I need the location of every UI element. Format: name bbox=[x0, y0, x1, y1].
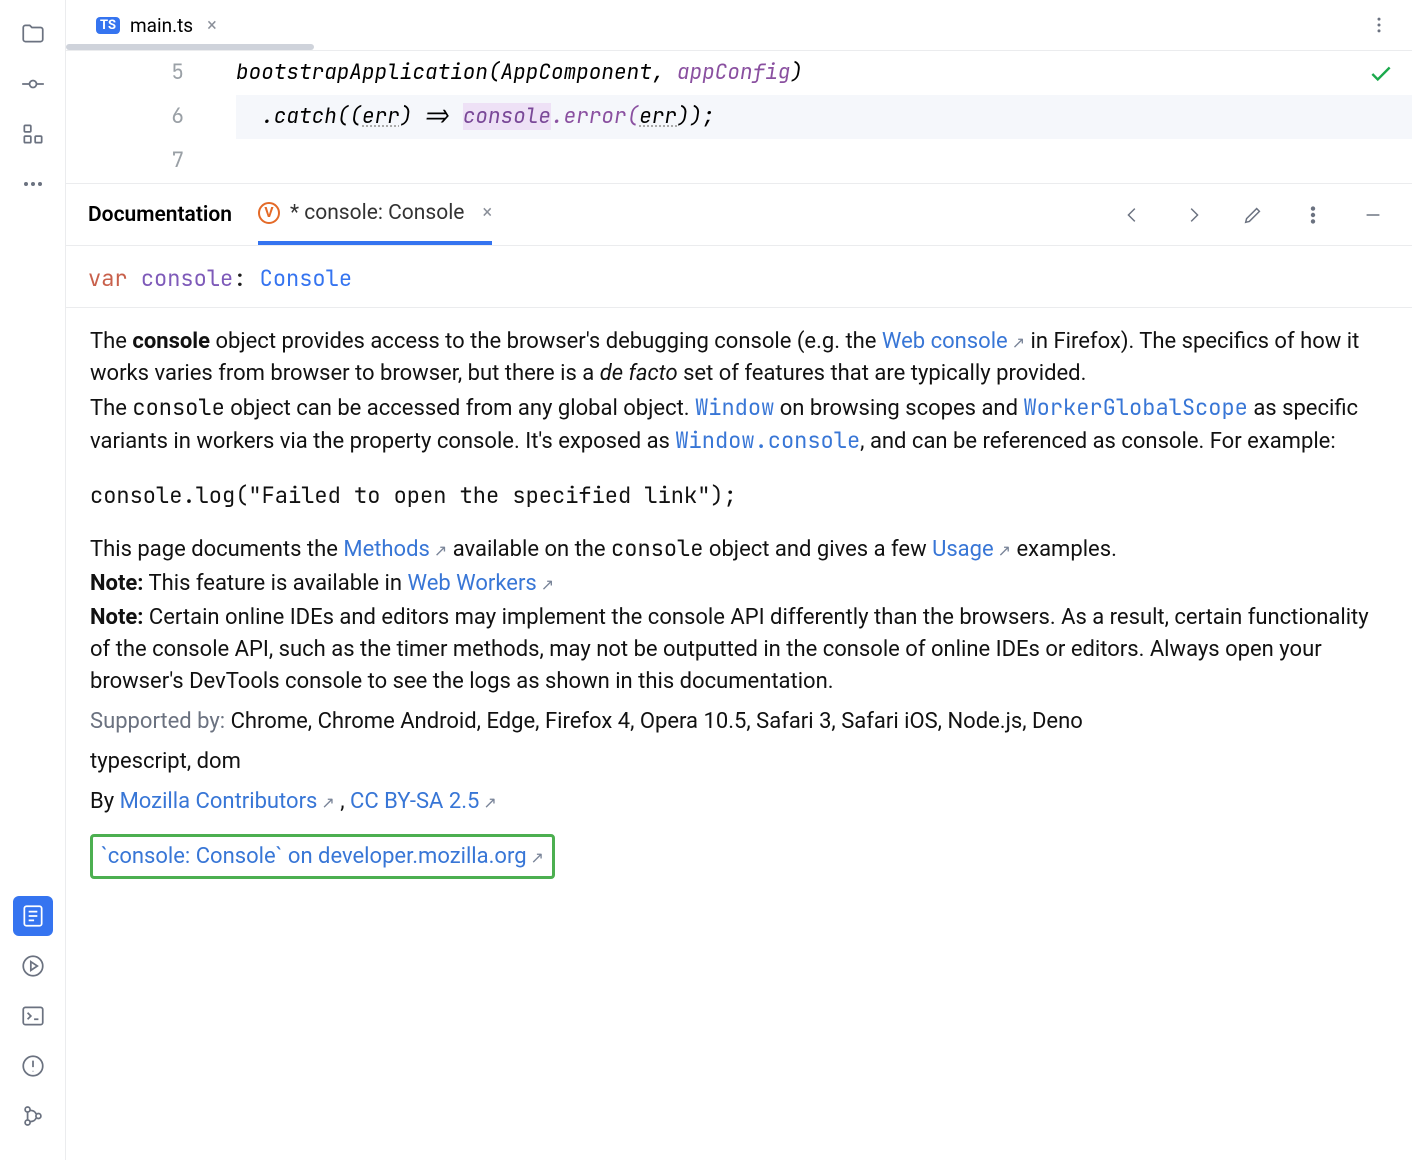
code-editor[interactable]: 5 6 7 bootstrapApplication(AppComponent,… bbox=[66, 50, 1412, 184]
license-link[interactable]: CC BY-SA 2.5 bbox=[350, 789, 497, 814]
doc-note: Note: Certain online IDEs and editors ma… bbox=[90, 602, 1388, 698]
close-icon[interactable]: × bbox=[207, 15, 217, 36]
documentation-toolbar: Documentation V * console: Console × bbox=[66, 184, 1412, 246]
editor-tabbar: TS main.ts × bbox=[66, 0, 1412, 50]
usage-link[interactable]: Usage bbox=[932, 537, 1011, 562]
vcs-icon[interactable] bbox=[13, 1096, 53, 1136]
code-line[interactable]: .catch((err) => console.error(err)); bbox=[236, 95, 1412, 139]
documentation-tab-console[interactable]: V * console: Console × bbox=[258, 184, 492, 245]
line-number: 7 bbox=[66, 139, 184, 183]
supported-by: Supported by: Chrome, Chrome Android, Ed… bbox=[90, 706, 1388, 738]
web-console-link[interactable]: Web console bbox=[882, 329, 1025, 354]
main-area: TS main.ts × 5 6 7 bootstrapApplication(… bbox=[66, 0, 1412, 1160]
code-area[interactable]: bootstrapApplication(AppComponent, appCo… bbox=[236, 51, 1412, 183]
terminal-icon[interactable] bbox=[13, 996, 53, 1036]
code-line[interactable] bbox=[236, 139, 1412, 183]
commit-icon[interactable] bbox=[13, 64, 53, 104]
mozilla-contributors-link[interactable]: Mozilla Contributors bbox=[120, 789, 335, 814]
back-icon[interactable] bbox=[1116, 198, 1150, 232]
services-icon[interactable] bbox=[13, 946, 53, 986]
forward-icon[interactable] bbox=[1176, 198, 1210, 232]
close-icon[interactable]: × bbox=[482, 202, 492, 223]
documentation-body[interactable]: The console object provides access to th… bbox=[66, 308, 1412, 1160]
code-line[interactable]: bootstrapApplication(AppComponent, appCo… bbox=[236, 51, 1412, 95]
documentation-tab-header[interactable]: Documentation bbox=[88, 184, 232, 245]
doctab-label: * console: Console bbox=[290, 201, 464, 225]
problems-icon[interactable] bbox=[13, 1046, 53, 1086]
signature: var console: Console bbox=[66, 246, 1412, 308]
tab-overflow-icon[interactable] bbox=[1364, 10, 1394, 40]
tab-label: main.ts bbox=[130, 14, 193, 37]
ts-badge-icon: TS bbox=[96, 17, 120, 34]
editor-tab-main-ts[interactable]: TS main.ts × bbox=[86, 8, 227, 43]
web-workers-link[interactable]: Web Workers bbox=[408, 571, 555, 596]
gutter: 5 6 7 bbox=[66, 51, 236, 183]
inspections-ok-icon[interactable] bbox=[1368, 61, 1394, 91]
doc-note: Note: This feature is available in Web W… bbox=[90, 568, 1388, 600]
external-doc-link-highlight: `console: Console` on developer.mozilla.… bbox=[90, 834, 555, 880]
workerglobalscope-link[interactable]: WorkerGlobalScope bbox=[1023, 393, 1247, 422]
methods-link[interactable]: Methods bbox=[343, 537, 447, 562]
tags: typescript, dom bbox=[90, 746, 1388, 778]
mdn-external-link[interactable]: `console: Console` on developer.mozilla.… bbox=[101, 844, 544, 869]
structure-icon[interactable] bbox=[13, 114, 53, 154]
line-number: 5 bbox=[66, 51, 184, 95]
edit-icon[interactable] bbox=[1236, 198, 1270, 232]
doc-paragraph: This page documents the Methods availabl… bbox=[90, 533, 1388, 566]
variable-icon: V bbox=[258, 202, 280, 224]
doc-paragraph: The console object provides access to th… bbox=[90, 326, 1388, 390]
window-link[interactable]: Window bbox=[695, 393, 774, 422]
window-console-link[interactable]: Window.console bbox=[675, 426, 860, 455]
minimize-icon[interactable] bbox=[1356, 198, 1390, 232]
line-number: 6 bbox=[66, 95, 184, 139]
code-sample: console.log("Failed to open the specifie… bbox=[90, 480, 1388, 512]
left-sidebar bbox=[0, 0, 66, 1160]
more-icon[interactable] bbox=[13, 164, 53, 204]
options-icon[interactable] bbox=[1296, 198, 1330, 232]
attribution: By Mozilla Contributors , CC BY-SA 2.5 bbox=[90, 786, 1388, 818]
folder-icon[interactable] bbox=[13, 14, 53, 54]
documentation-tool-icon[interactable] bbox=[13, 896, 53, 936]
doc-paragraph: The console object can be accessed from … bbox=[90, 392, 1388, 458]
